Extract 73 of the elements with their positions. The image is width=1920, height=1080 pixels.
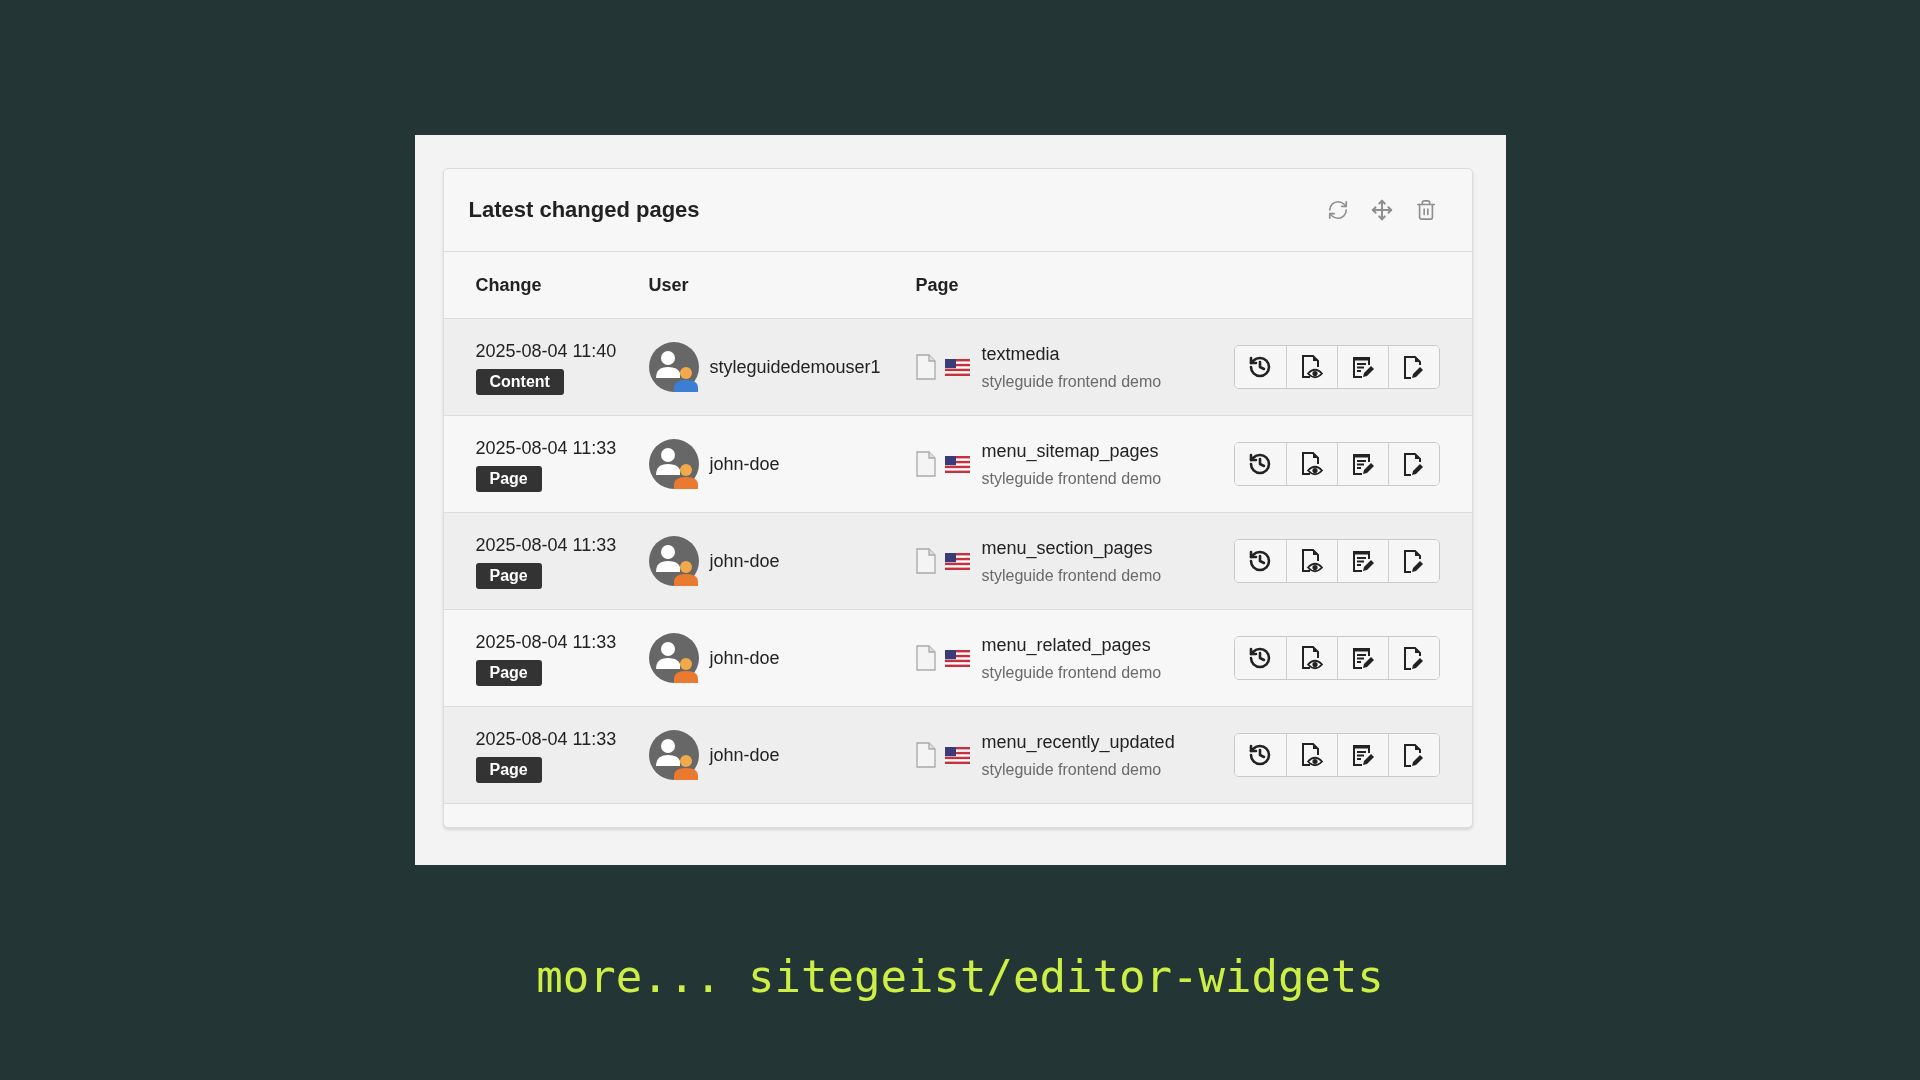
site-name: styleguide frontend demo: [981, 759, 1163, 780]
history-icon: [1248, 646, 1272, 670]
list-pencil-icon: [1351, 647, 1374, 669]
change-date: 2025-08-04 11:33: [475, 727, 617, 750]
user-name: styleguidedemouser1: [709, 356, 881, 378]
page-title: menu_sitemap_pages: [981, 439, 1160, 463]
change-date: 2025-08-04 11:33: [475, 436, 617, 459]
document-pencil-icon: [1402, 355, 1425, 379]
list-pencil-icon: [1351, 453, 1374, 475]
flag-icon: [944, 358, 970, 376]
user-name: john-doe: [709, 647, 780, 669]
edit-page-button[interactable]: [1387, 443, 1439, 485]
site-name: styleguide frontend demo: [981, 468, 1162, 489]
page-title: menu_section_pages: [981, 536, 1154, 560]
user-name: john-doe: [709, 550, 780, 572]
avatar-icon: [648, 439, 699, 489]
list-pencil-icon: [1351, 550, 1374, 572]
change-date: 2025-08-04 11:33: [475, 630, 617, 653]
document-icon: [915, 548, 936, 574]
footer-caption: more... sitegeist/editor-widgets: [536, 950, 1384, 1003]
avatar-icon: [648, 536, 699, 586]
trash-icon[interactable]: [1414, 199, 1437, 221]
site-name: styleguide frontend demo: [981, 662, 1162, 683]
type-badge: Page: [475, 756, 542, 783]
document-icon: [915, 742, 936, 768]
type-badge: Page: [475, 659, 542, 686]
site-name: styleguide frontend demo: [981, 371, 1162, 392]
widget-title: Latest changed pages: [468, 197, 700, 223]
document-pencil-icon: [1402, 646, 1425, 670]
edit-page-button[interactable]: [1387, 734, 1439, 776]
avatar-icon: [648, 633, 699, 683]
document-pencil-icon: [1402, 549, 1425, 573]
edit-page-button[interactable]: [1387, 346, 1439, 388]
avatar-icon: [648, 730, 699, 780]
document-eye-icon: [1300, 743, 1323, 767]
edit-page-button[interactable]: [1387, 637, 1439, 679]
site-name: styleguide frontend demo: [981, 565, 1162, 586]
type-badge: Content: [475, 368, 564, 395]
history-icon: [1248, 452, 1272, 476]
change-date: 2025-08-04 11:40: [475, 339, 617, 362]
user-name: john-doe: [709, 453, 780, 475]
type-badge: Page: [475, 465, 542, 492]
document-icon: [915, 451, 936, 477]
document-pencil-icon: [1402, 452, 1425, 476]
type-badge: Page: [475, 562, 542, 589]
document-eye-icon: [1300, 646, 1323, 670]
list-pencil-icon: [1351, 744, 1374, 766]
list-pencil-icon: [1351, 356, 1374, 378]
document-icon: [915, 354, 936, 380]
history-icon: [1248, 743, 1272, 767]
document-icon: [915, 645, 936, 671]
move-icon[interactable]: [1370, 199, 1393, 221]
column-header: Change: [475, 274, 543, 296]
page-title: menu_recently_updated: [981, 730, 1175, 754]
user-name: john-doe: [709, 744, 780, 766]
history-icon: [1248, 355, 1272, 379]
column-header: Page: [915, 274, 960, 296]
flag-icon: [944, 552, 970, 570]
edit-page-button[interactable]: [1387, 540, 1439, 582]
page-title: menu_related_pages: [981, 633, 1152, 657]
avatar-icon: [648, 342, 699, 392]
document-eye-icon: [1300, 452, 1323, 476]
flag-icon: [944, 649, 970, 667]
document-eye-icon: [1300, 355, 1323, 379]
flag-icon: [944, 455, 970, 473]
document-eye-icon: [1300, 549, 1323, 573]
refresh-icon[interactable]: [1326, 199, 1349, 221]
page-title: textmedia: [981, 342, 1061, 366]
document-pencil-icon: [1402, 743, 1425, 767]
column-header: User: [648, 274, 690, 296]
change-date: 2025-08-04 11:33: [475, 533, 617, 556]
flag-icon: [944, 746, 970, 764]
history-icon: [1248, 549, 1272, 573]
